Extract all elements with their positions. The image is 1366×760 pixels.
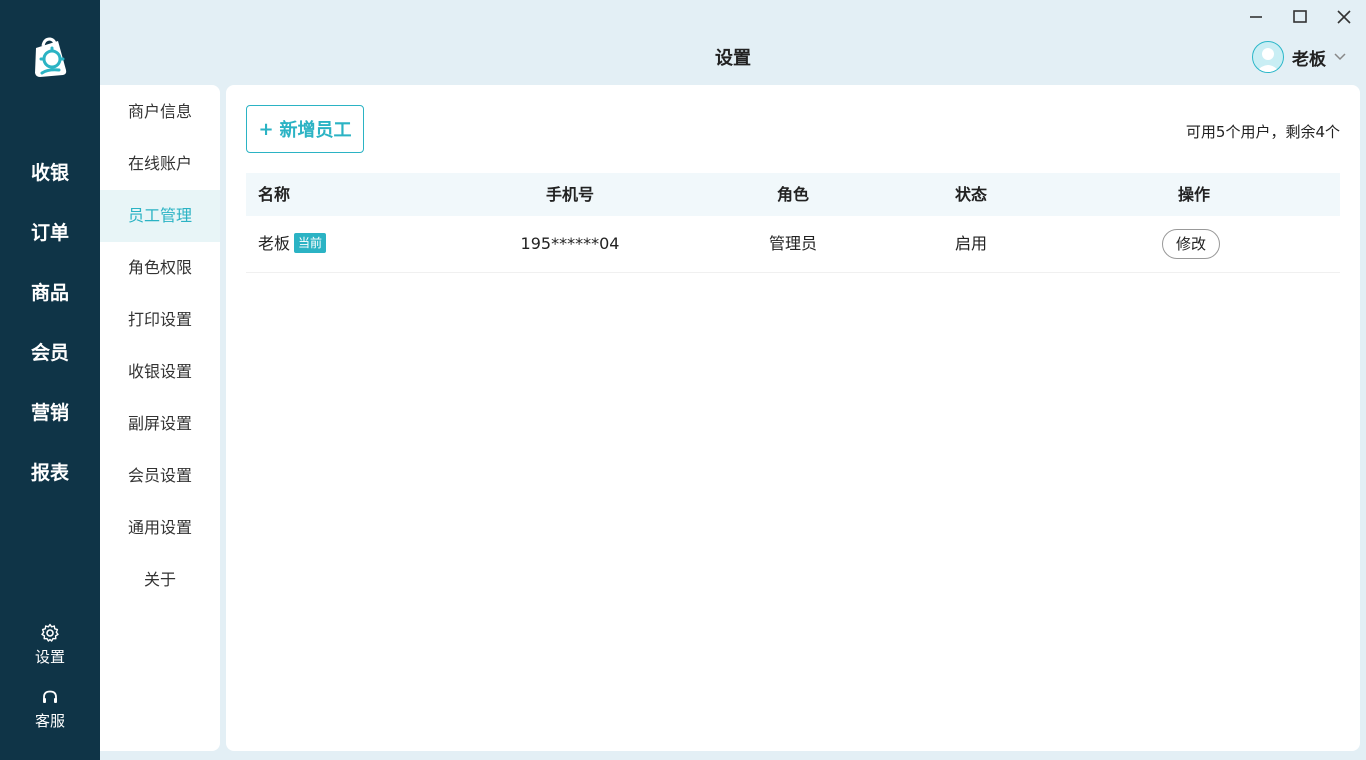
plus-icon: + bbox=[258, 118, 274, 140]
user-menu[interactable]: 老板 bbox=[1252, 40, 1346, 74]
current-user-badge: 当前 bbox=[294, 233, 327, 253]
submenu-item-about[interactable]: 关于 bbox=[100, 554, 220, 606]
submenu-item-role-permissions[interactable]: 角色权限 bbox=[100, 242, 220, 294]
headset-icon bbox=[43, 690, 57, 703]
submenu-item-general-settings[interactable]: 通用设置 bbox=[100, 502, 220, 554]
add-staff-button[interactable]: + 新增员工 bbox=[246, 105, 364, 153]
nav-item-orders[interactable]: 订单 bbox=[0, 221, 100, 245]
main-sidebar: 收银 订单 商品 会员 营销 报表 设置 客服 bbox=[0, 0, 100, 760]
table-header: 名称 手机号 角色 状态 操作 bbox=[246, 173, 1340, 216]
chevron-down-icon bbox=[1334, 53, 1346, 61]
cell-phone: 195******04 bbox=[520, 234, 620, 253]
cell-role: 管理员 bbox=[768, 234, 818, 253]
add-staff-label: 新增员工 bbox=[279, 120, 352, 141]
close-icon[interactable] bbox=[1333, 6, 1355, 28]
nav-item-members[interactable]: 会员 bbox=[0, 341, 100, 365]
submenu-item-second-screen-settings[interactable]: 副屏设置 bbox=[100, 398, 220, 450]
shopping-bag-logo-icon bbox=[35, 37, 67, 77]
cell-name: 老板 当前 bbox=[258, 216, 327, 272]
staff-panel: + 新增员工 可用5个用户，剩余4个 名称 手机号 角色 状态 操作 老板 当前 … bbox=[226, 85, 1360, 751]
cell-status: 启用 bbox=[954, 234, 988, 253]
nav-item-cashier[interactable]: 收银 bbox=[0, 161, 100, 185]
minimize-icon[interactable] bbox=[1245, 6, 1267, 28]
edit-staff-button[interactable]: 修改 bbox=[1162, 229, 1220, 259]
nav-service-label: 客服 bbox=[34, 712, 65, 730]
submenu-item-staff-management[interactable]: 员工管理 bbox=[100, 190, 220, 242]
nav-service-button[interactable]: 客服 bbox=[0, 689, 100, 731]
column-header-role: 角色 bbox=[776, 185, 810, 204]
nav-item-products[interactable]: 商品 bbox=[0, 281, 100, 305]
column-header-phone: 手机号 bbox=[545, 185, 595, 204]
page-title: 设置 bbox=[715, 48, 751, 69]
table-row: 老板 当前 195******04 管理员 启用 修改 bbox=[246, 216, 1340, 273]
maximize-icon[interactable] bbox=[1289, 6, 1311, 28]
nav-settings-label: 设置 bbox=[34, 648, 65, 666]
nav-settings-button[interactable]: 设置 bbox=[0, 623, 100, 667]
column-header-status: 状态 bbox=[954, 185, 988, 204]
column-header-name: 名称 bbox=[258, 185, 291, 204]
avatar bbox=[1252, 41, 1284, 73]
submenu-item-member-settings[interactable]: 会员设置 bbox=[100, 450, 220, 502]
user-quota-text: 可用5个用户，剩余4个 bbox=[1185, 123, 1340, 141]
submenu-item-cashier-settings[interactable]: 收银设置 bbox=[100, 346, 220, 398]
staff-name: 老板 bbox=[258, 234, 291, 253]
nav-item-marketing[interactable]: 营销 bbox=[0, 401, 100, 425]
user-name: 老板 bbox=[1292, 49, 1326, 70]
column-header-action: 操作 bbox=[1177, 185, 1211, 204]
gear-icon bbox=[41, 623, 59, 642]
submenu-item-online-account[interactable]: 在线账户 bbox=[100, 138, 220, 190]
submenu-item-merchant-info[interactable]: 商户信息 bbox=[100, 86, 220, 138]
nav-item-reports[interactable]: 报表 bbox=[0, 461, 100, 485]
settings-submenu: 商户信息 在线账户 员工管理 角色权限 打印设置 收银设置 副屏设置 会员设置 … bbox=[100, 85, 220, 751]
submenu-item-print-settings[interactable]: 打印设置 bbox=[100, 294, 220, 346]
